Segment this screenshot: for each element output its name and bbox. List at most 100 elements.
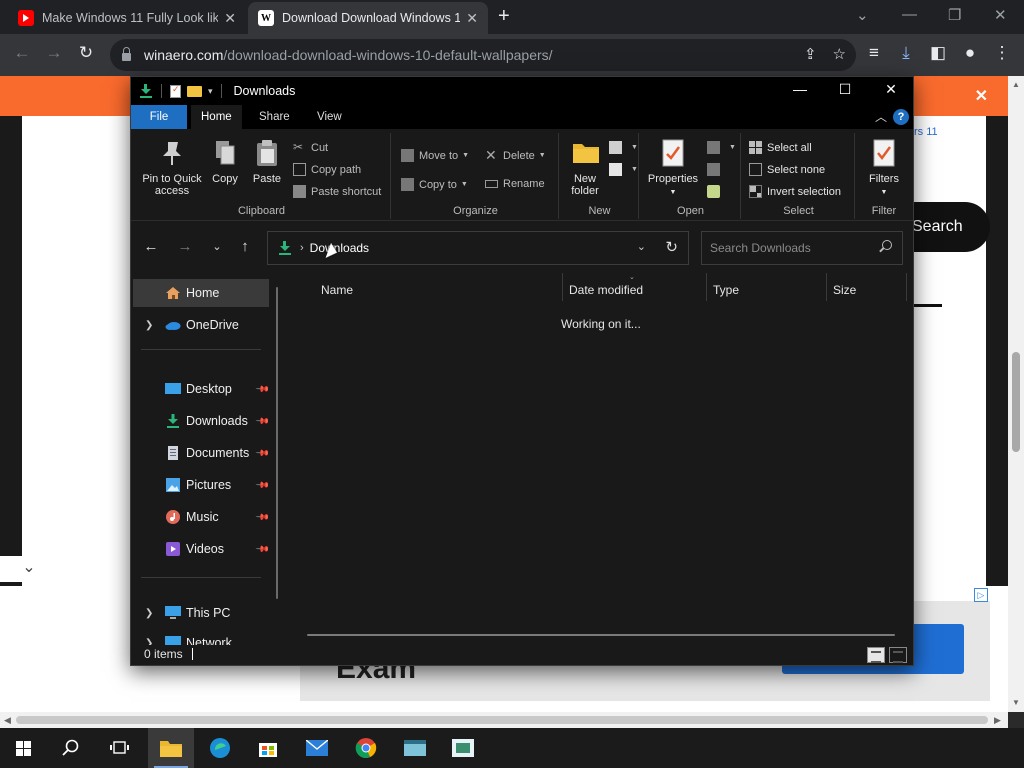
nav-pane-scrollbar[interactable] xyxy=(276,287,278,599)
banner-close-icon[interactable]: ✕ xyxy=(975,86,988,106)
paste-button[interactable]: Paste xyxy=(247,139,287,185)
minimize-icon[interactable]: — xyxy=(902,6,917,23)
scroll-thumb[interactable] xyxy=(1012,352,1020,452)
ad-info-icon[interactable]: ▷ xyxy=(974,588,988,602)
page-vertical-scrollbar[interactable]: ▲ ▼ xyxy=(1008,76,1024,712)
tab-share[interactable]: Share xyxy=(249,105,300,129)
details-view-icon[interactable] xyxy=(867,647,885,663)
column-header-type[interactable]: Type xyxy=(713,283,739,297)
nav-item-music[interactable]: Music 📌 xyxy=(133,503,270,531)
pin-icon[interactable]: 📌 xyxy=(255,445,270,461)
start-icon[interactable] xyxy=(0,728,46,768)
column-divider[interactable] xyxy=(562,273,563,301)
scroll-down-icon[interactable]: ▼ xyxy=(1012,698,1020,707)
new-folder-icon[interactable] xyxy=(187,85,202,97)
mail-icon[interactable] xyxy=(294,728,340,768)
explorer-title-bar[interactable]: ▾ Downloads — ☐ ✕ xyxy=(131,77,913,105)
new-item-button[interactable]: ▼ xyxy=(609,141,638,154)
restore-icon[interactable]: ❐ xyxy=(948,6,961,24)
browser-tab-youtube[interactable]: Make Windows 11 Fully Look like ✕ xyxy=(8,2,246,34)
menu-kebab-icon[interactable]: ⋮ xyxy=(990,43,1014,63)
nav-item-pictures[interactable]: Pictures 📌 xyxy=(133,471,270,499)
scroll-left-icon[interactable]: ◀ xyxy=(4,715,11,726)
browser-tab-winaero[interactable]: W Download Download Windows 1 ✕ xyxy=(248,2,488,34)
forward-icon[interactable]: → xyxy=(175,238,195,255)
nav-item-home[interactable]: Home xyxy=(133,279,269,307)
search-icon[interactable] xyxy=(48,728,94,768)
help-icon[interactable]: ? xyxy=(893,109,909,125)
pin-to-quick-access-button[interactable]: Pin to Quick access xyxy=(137,139,207,197)
column-divider[interactable] xyxy=(826,273,827,301)
nav-item-network[interactable]: ❯ Network xyxy=(133,629,269,645)
close-tab-icon[interactable]: ✕ xyxy=(224,10,236,27)
close-icon[interactable]: ✕ xyxy=(994,6,1007,24)
column-header-date-modified[interactable]: Date modified xyxy=(569,283,643,297)
tab-home[interactable]: Home xyxy=(191,105,242,129)
close-icon[interactable]: ✕ xyxy=(876,81,906,98)
chrome-icon[interactable] xyxy=(343,728,389,768)
copy-path-button[interactable]: Copy path xyxy=(293,163,361,176)
profile-avatar-icon[interactable]: ● xyxy=(958,43,982,63)
column-divider[interactable] xyxy=(906,273,907,301)
back-icon[interactable]: ← xyxy=(10,43,34,63)
file-explorer-icon[interactable] xyxy=(148,728,194,768)
properties-icon[interactable] xyxy=(170,84,181,98)
breadcrumb-chevron-icon[interactable]: › xyxy=(300,242,304,254)
media-queue-icon[interactable]: ≡ xyxy=(862,43,886,63)
rename-button[interactable]: Rename xyxy=(485,178,545,190)
up-icon[interactable]: ↑ xyxy=(235,238,255,255)
file-list-scrollbar[interactable] xyxy=(307,634,895,636)
tab-search-icon[interactable]: ⌄ xyxy=(856,6,869,24)
select-none-button[interactable]: Select none xyxy=(749,163,825,176)
address-dropdown-icon[interactable]: ⌄ xyxy=(637,240,646,253)
nav-item-desktop[interactable]: Desktop 📌 xyxy=(133,375,270,403)
copy-to-button[interactable]: Copy to ▼ xyxy=(401,178,468,191)
pin-icon[interactable]: 📌 xyxy=(255,413,270,429)
tab-view[interactable]: View xyxy=(307,105,352,129)
nav-item-downloads[interactable]: Downloads 📌 xyxy=(133,407,270,435)
pin-icon[interactable]: 📌 xyxy=(255,541,270,557)
copy-button[interactable]: Copy xyxy=(207,139,243,185)
scroll-thumb[interactable] xyxy=(16,716,988,724)
paste-shortcut-button[interactable]: Paste shortcut xyxy=(293,185,381,198)
open-button[interactable]: ▼ xyxy=(707,141,736,154)
address-bar[interactable]: winaero.com/download-download-windows-10… xyxy=(110,39,856,71)
minimize-icon[interactable]: — xyxy=(785,81,815,97)
collapse-chevron-icon[interactable]: ⌄ xyxy=(0,556,58,582)
article-link[interactable]: rs 11 xyxy=(914,126,938,138)
nav-item-this-pc[interactable]: ❯ This PC xyxy=(133,599,269,627)
delete-button[interactable]: ✕ Delete ▼ xyxy=(485,148,546,162)
back-icon[interactable]: ← xyxy=(141,238,161,255)
app-icon[interactable] xyxy=(392,728,438,768)
close-tab-icon[interactable]: ✕ xyxy=(466,10,478,27)
side-panel-icon[interactable]: ◧ xyxy=(926,43,950,63)
task-view-icon[interactable] xyxy=(96,728,142,768)
pin-icon[interactable]: 📌 xyxy=(255,509,270,525)
history-button[interactable] xyxy=(707,185,725,198)
forward-icon[interactable]: → xyxy=(42,43,66,63)
share-icon[interactable]: ⇪ xyxy=(804,45,817,63)
column-header-size[interactable]: Size xyxy=(833,283,856,297)
filters-button[interactable]: Filters ▼ xyxy=(861,139,907,199)
properties-button[interactable]: Properties ▼ xyxy=(645,139,701,199)
store-icon[interactable] xyxy=(245,728,291,768)
new-tab-icon[interactable]: + xyxy=(498,5,510,28)
tab-file[interactable]: File xyxy=(131,105,187,129)
download-icon[interactable]: ⤓ xyxy=(894,43,918,63)
column-header-name[interactable]: Name xyxy=(321,283,353,297)
pin-icon[interactable]: 📌 xyxy=(255,477,270,493)
breadcrumb-downloads[interactable]: Downloads xyxy=(310,241,369,255)
expand-chevron-icon[interactable]: ❯ xyxy=(145,638,153,646)
maximize-icon[interactable]: ☐ xyxy=(830,81,860,98)
move-to-button[interactable]: Move to ▼ xyxy=(401,149,469,162)
edit-button[interactable] xyxy=(707,163,725,176)
new-folder-button[interactable]: New folder xyxy=(565,139,605,197)
cut-button[interactable]: ✂ Cut xyxy=(293,141,328,154)
nav-item-videos[interactable]: Videos 📌 xyxy=(133,535,270,563)
search-input[interactable]: Search Downloads xyxy=(701,231,903,265)
reload-icon[interactable]: ↻ xyxy=(74,43,98,63)
nav-item-onedrive[interactable]: ❯ OneDrive xyxy=(133,311,269,339)
nav-item-documents[interactable]: Documents 📌 xyxy=(133,439,270,467)
invert-selection-button[interactable]: Invert selection xyxy=(749,185,841,198)
customize-qat-icon[interactable]: ▾ xyxy=(208,86,213,97)
